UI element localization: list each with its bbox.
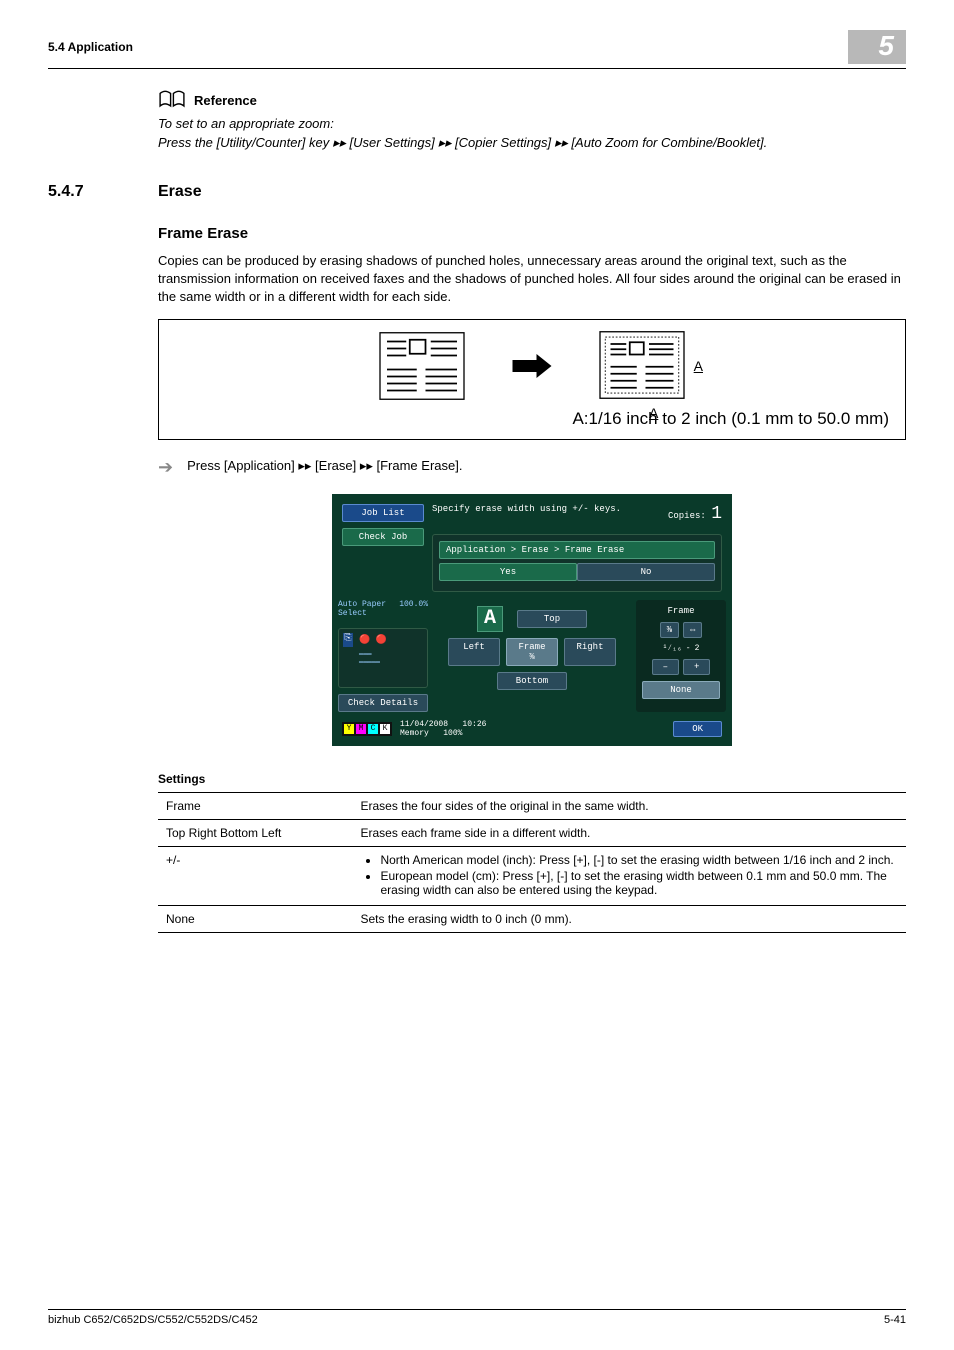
tab-no[interactable]: No <box>577 563 715 581</box>
setting-label: Frame <box>158 792 352 819</box>
instruction-row: ➔ Press [Application] ▸▸ [Erase] ▸▸ [Fra… <box>158 458 906 476</box>
setting-label: None <box>158 905 352 932</box>
frame-button-value: ⅜ <box>529 652 534 662</box>
header-rule <box>48 68 906 69</box>
check-details-button[interactable]: Check Details <box>338 694 428 712</box>
toner-m: M <box>356 724 366 734</box>
reference-label: Reference <box>194 93 257 108</box>
bottom-button[interactable]: Bottom <box>497 672 567 690</box>
section-body: Copies can be produced by erasing shadow… <box>158 252 906 307</box>
range-max: 2 <box>695 644 700 653</box>
reference-line1: To set to an appropriate zoom: <box>158 116 906 131</box>
section-title: Erase <box>158 183 202 201</box>
setting-desc: Erases each frame side in a different wi… <box>352 819 906 846</box>
settings-heading: Settings <box>158 772 906 786</box>
toner-y: Y <box>344 724 354 734</box>
memory-label: Memory <box>400 729 429 738</box>
chapter-number: 5 <box>848 30 906 64</box>
toner-c: C <box>368 724 378 734</box>
table-row: Frame Erases the four sides of the origi… <box>158 792 906 819</box>
side-frame-label: Frame <box>642 606 720 616</box>
preview-letter-icon: A <box>477 606 503 632</box>
touchpanel-screenshot: Job List Check Job Specify erase width u… <box>332 494 732 746</box>
dim-marker-right: A <box>694 358 703 374</box>
page-header: 5.4 Application 5 <box>48 30 906 64</box>
tab-yes[interactable]: Yes <box>439 563 577 581</box>
copies-value: 1 <box>711 504 722 524</box>
instruction-text: Press [Application] ▸▸ [Erase] ▸▸ [Frame… <box>187 458 462 474</box>
frame-button-label: Frame <box>518 642 545 652</box>
frame-button[interactable]: Frame ⅜ <box>506 638 558 666</box>
range-dash: - <box>686 644 691 653</box>
check-job-button[interactable]: Check Job <box>342 528 424 546</box>
left-button[interactable]: Left <box>448 638 500 666</box>
minus-button[interactable]: – <box>652 659 679 675</box>
auto-paper-label: Auto Paper Select <box>338 600 399 618</box>
job-list-button[interactable]: Job List <box>342 504 424 522</box>
plus-button[interactable]: + <box>683 659 710 675</box>
doc-after-icon <box>597 330 687 400</box>
setting-bullet: North American model (inch): Press [+], … <box>380 853 898 867</box>
none-button[interactable]: None <box>642 681 720 699</box>
setting-desc: North American model (inch): Press [+], … <box>352 846 906 905</box>
reference-block: Reference To set to an appropriate zoom:… <box>158 89 906 151</box>
range-min: ¹⁄₁₆ <box>663 644 682 653</box>
hint-text: Specify erase width using +/- keys. <box>432 504 621 524</box>
frac-value: ⅜ <box>660 622 679 638</box>
footer-model: bizhub C652/C652DS/C552/C552DS/C452 <box>48 1314 258 1326</box>
status-date: 11/04/2008 <box>400 720 448 729</box>
section-number: 5.4.7 <box>48 183 158 201</box>
status-time: 10:26 <box>462 720 486 729</box>
zoom-percent: 100.0% <box>399 600 428 618</box>
toner-k: K <box>380 724 390 734</box>
subsection-title: Frame Erase <box>158 225 906 242</box>
page-footer: bizhub C652/C652DS/C552/C552DS/C452 5-41 <box>48 1309 906 1326</box>
dim-marker-bottom: A <box>649 405 658 421</box>
diagram-box: A A A:1/16 inch to 2 inch (0.1 mm to 50.… <box>158 319 906 440</box>
diagram-caption: A:1/16 inch to 2 inch (0.1 mm to 50.0 mm… <box>169 409 895 429</box>
reference-line2: Press the [Utility/Counter] key ▸▸ [User… <box>158 135 906 151</box>
setting-desc: Erases the four sides of the original in… <box>352 792 906 819</box>
memory-value: 100% <box>443 729 462 738</box>
doc-before-icon <box>377 331 467 401</box>
toner-levels-icon: Y M C K <box>342 722 392 736</box>
breadcrumb: Application > Erase > Frame Erase <box>439 541 715 559</box>
ok-button[interactable]: OK <box>673 721 722 737</box>
setting-label: Top Right Bottom Left <box>158 819 352 846</box>
copies-label: Copies: <box>668 511 706 521</box>
swap-button[interactable]: ⇔ <box>683 622 702 638</box>
header-section: 5.4 Application <box>48 40 133 54</box>
book-icon <box>158 89 186 112</box>
arrow-right-icon: ➔ <box>158 458 173 476</box>
setting-label: +/- <box>158 846 352 905</box>
setting-bullet: European model (cm): Press [+], [-] to s… <box>380 869 898 897</box>
top-button[interactable]: Top <box>517 610 587 628</box>
table-row: Top Right Bottom Left Erases each frame … <box>158 819 906 846</box>
section-heading: 5.4.7 Erase <box>48 183 906 201</box>
arrow-right-icon <box>507 351 557 381</box>
table-row: +/- North American model (inch): Press [… <box>158 846 906 905</box>
footer-page: 5-41 <box>884 1314 906 1326</box>
setting-desc: Sets the erasing width to 0 inch (0 mm). <box>352 905 906 932</box>
table-row: None Sets the erasing width to 0 inch (0… <box>158 905 906 932</box>
right-button[interactable]: Right <box>564 638 616 666</box>
settings-table: Frame Erases the four sides of the origi… <box>158 792 906 933</box>
